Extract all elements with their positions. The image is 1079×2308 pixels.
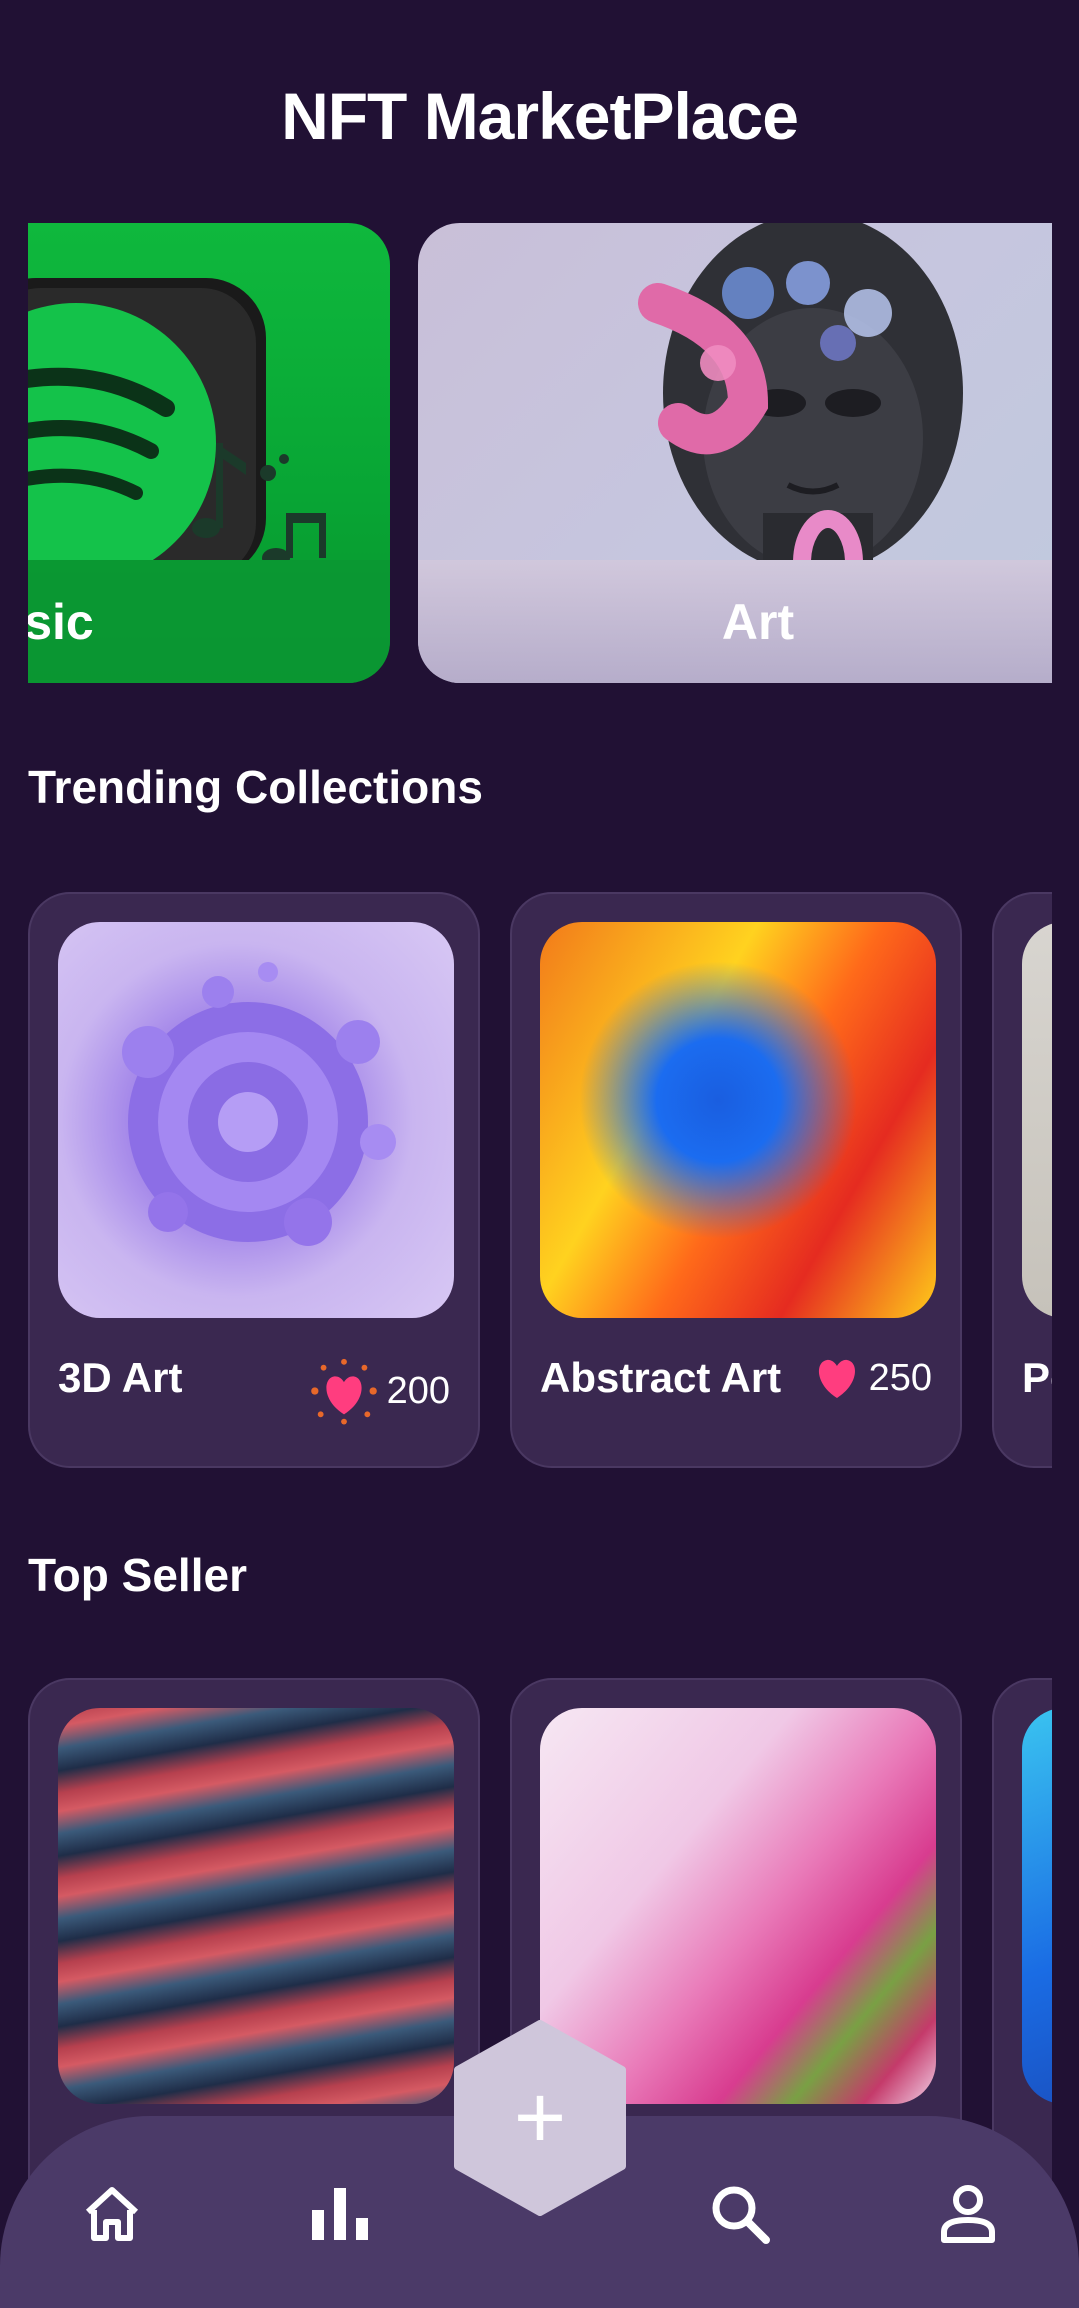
- like-counter: 200: [309, 1356, 450, 1426]
- trending-section-title: Trending Collections: [28, 761, 483, 813]
- collection-name: Abstract Art: [540, 1354, 782, 1401]
- home-icon[interactable]: [80, 2182, 144, 2246]
- music-illustration: [28, 278, 326, 583]
- category-label-art: Art: [418, 560, 1052, 683]
- top-seller-section-title: Top Seller: [28, 1549, 247, 1601]
- art-sculpture-illustration: [638, 223, 963, 616]
- page-title: NFT MarketPlace: [281, 79, 799, 153]
- collection-name: Po: [1022, 1354, 1052, 1401]
- collection-image-3d-art: [58, 922, 454, 1318]
- search-icon[interactable]: [708, 2182, 772, 2246]
- collection-name: 3D Art: [58, 1354, 183, 1401]
- collection-image-abstract-art: [540, 922, 936, 1318]
- collection-card-partial[interactable]: Po: [992, 892, 1052, 1468]
- heart-icon[interactable]: [309, 1356, 379, 1426]
- heart-icon[interactable]: [813, 1356, 861, 1400]
- trending-carousel[interactable]: 3D Art 200 Abstract Art 250 P: [28, 892, 1052, 1470]
- like-count: 250: [868, 1356, 932, 1399]
- chart-icon[interactable]: [308, 2182, 372, 2246]
- collection-card-3d-art[interactable]: 3D Art 200: [28, 892, 480, 1468]
- category-card-art[interactable]: Art: [418, 223, 1052, 683]
- add-button[interactable]: +: [450, 2020, 630, 2216]
- collection-image-partial: [1022, 922, 1052, 1318]
- seller-image-waves: [58, 1708, 454, 2104]
- like-counter: 250: [813, 1356, 932, 1400]
- profile-icon[interactable]: [936, 2182, 1000, 2246]
- category-label-music: Music: [28, 560, 390, 683]
- collection-card-abstract-art[interactable]: Abstract Art 250: [510, 892, 962, 1468]
- like-count: 200: [386, 1369, 450, 1412]
- category-card-music[interactable]: Music: [28, 223, 390, 683]
- seller-image-partial: [1022, 1708, 1052, 2104]
- add-icon: +: [513, 2068, 567, 2168]
- category-carousel[interactable]: Music Art: [28, 223, 1052, 683]
